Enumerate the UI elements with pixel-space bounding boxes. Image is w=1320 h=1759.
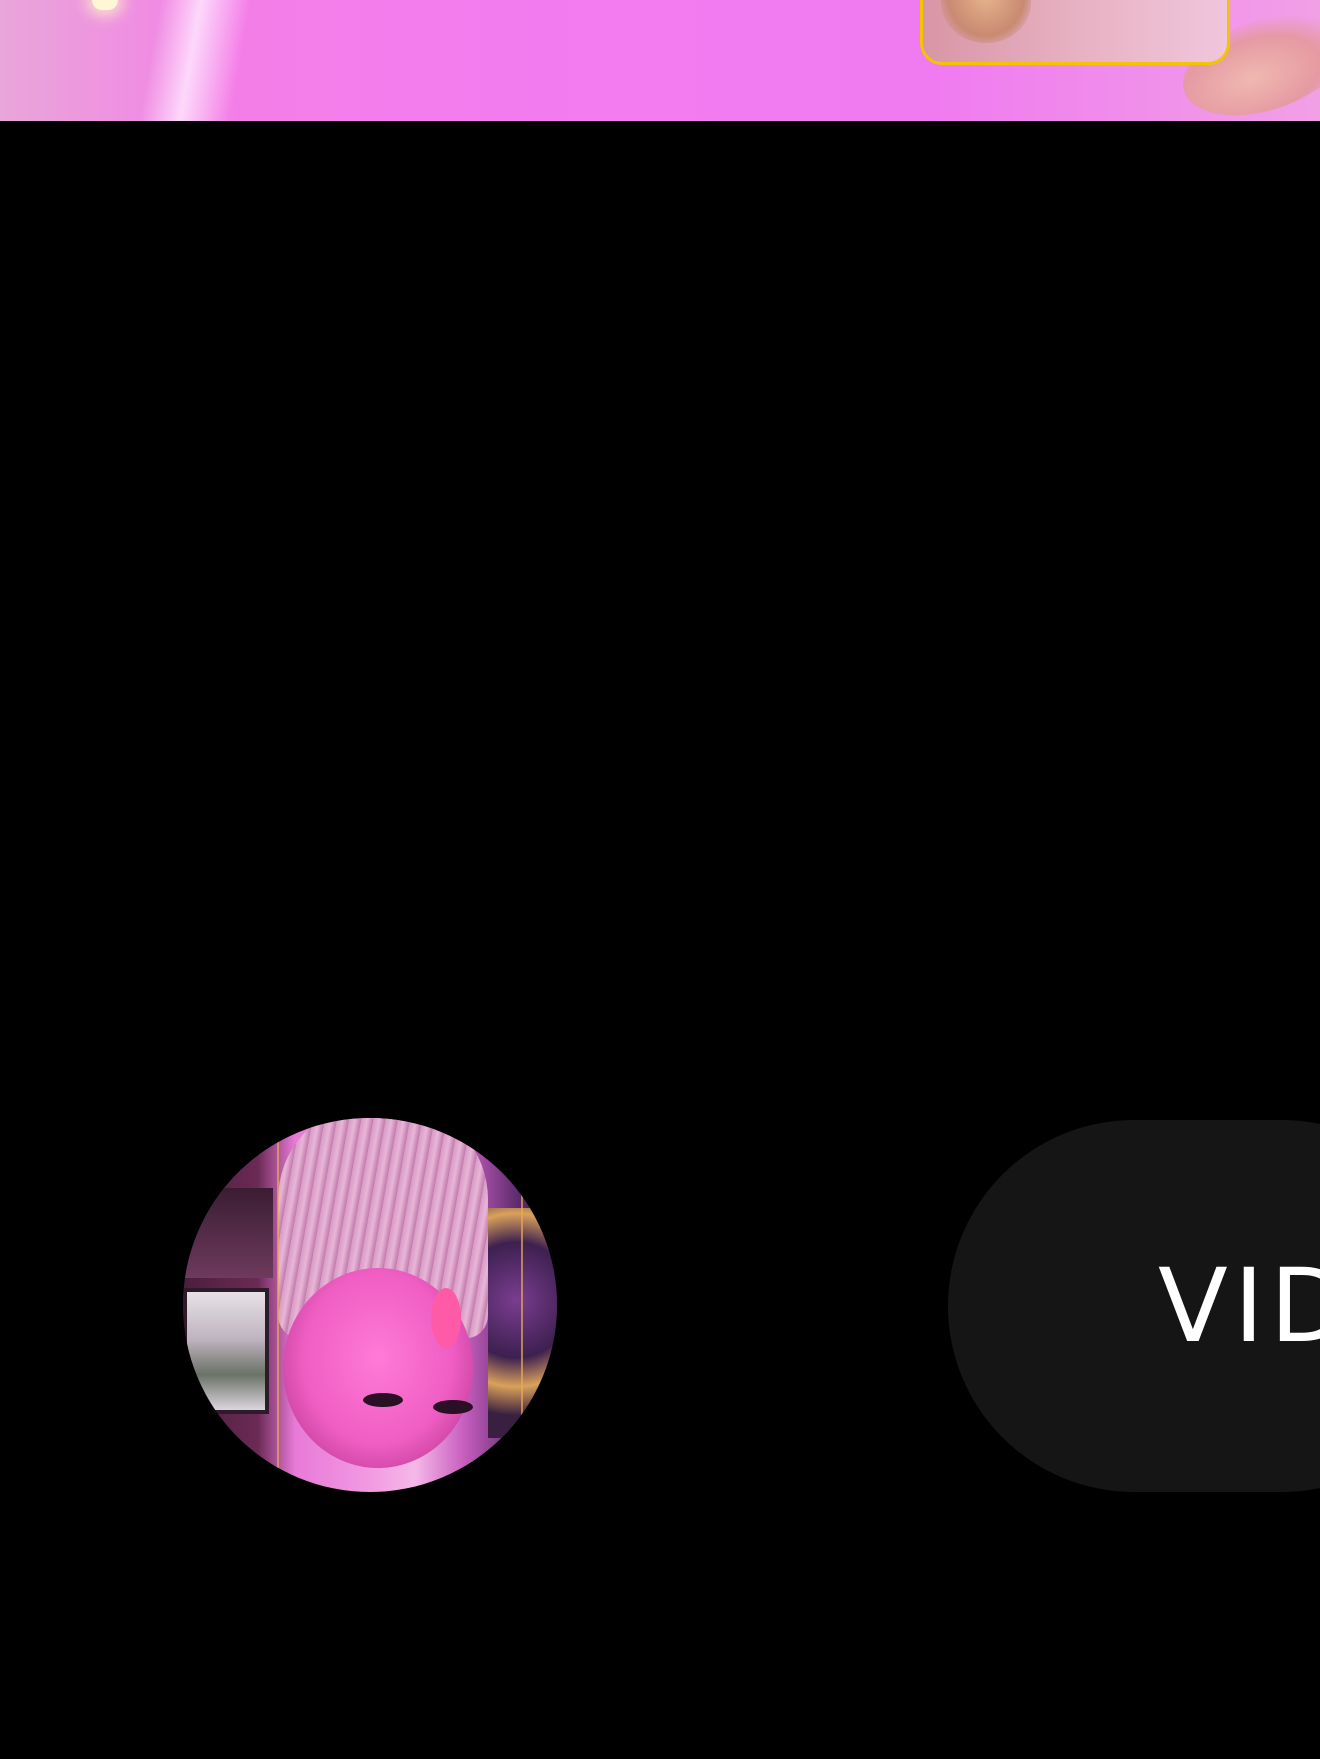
thumbnail-eye-left (363, 1393, 403, 1407)
thumbnail-frame-line-left (277, 1118, 279, 1492)
last-capture-thumbnail[interactable] (183, 1118, 557, 1492)
camera-screen: VID (0, 0, 1320, 1759)
camera-preview[interactable] (0, 0, 1320, 121)
face-hint (941, 0, 1031, 43)
thumbnail-lips (431, 1288, 461, 1348)
thumbnail-frame-line-right (521, 1118, 523, 1492)
face-detection-box (920, 0, 1230, 65)
video-mode-label: VID (1158, 1247, 1320, 1366)
thumbnail-window (183, 1288, 269, 1414)
thumbnail-eye-right (433, 1400, 473, 1414)
light-glare (92, 0, 118, 10)
light-streak (135, 0, 255, 121)
thumbnail-background (183, 1188, 273, 1278)
